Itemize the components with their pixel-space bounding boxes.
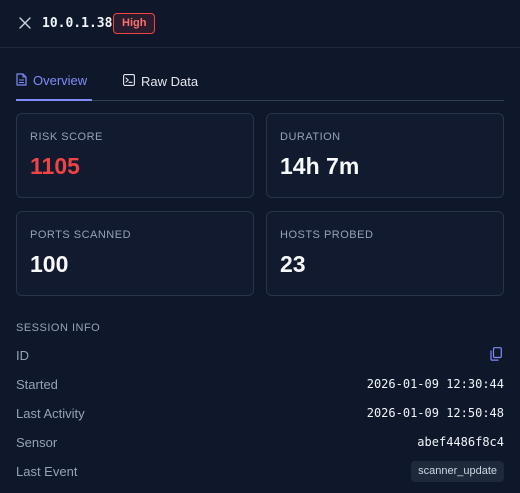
info-row-id: ID: [16, 346, 504, 366]
last-activity-label: Last Activity: [16, 406, 85, 421]
sensor-value: abef4486f8c4: [417, 435, 504, 449]
panel-header: 10.0.1.38 High: [0, 0, 520, 48]
close-icon[interactable]: [17, 15, 33, 31]
last-event-chip: scanner_update: [411, 461, 504, 482]
duration-value: 14h 7m: [280, 153, 360, 179]
ports-scanned-value: 100: [30, 251, 69, 277]
ports-scanned-card: PORTS SCANNED 100: [16, 211, 254, 296]
risk-score-card: RISK SCORE 1105: [16, 113, 254, 198]
hosts-probed-card: HOSTS PROBED 23: [266, 211, 504, 296]
hosts-probed-value: 23: [280, 251, 306, 277]
last-event-label: Last Event: [16, 464, 78, 479]
host-title: 10.0.1.38: [42, 16, 113, 31]
ports-scanned-label: PORTS SCANNED: [30, 229, 132, 241]
sensor-label: Sensor: [16, 435, 58, 450]
info-row-last-activity: Last Activity 2026-01-09 12:50:48: [16, 404, 504, 424]
info-row-last-event: Last Event scanner_update: [16, 461, 504, 482]
severity-badge: High: [113, 13, 156, 34]
copy-icon[interactable]: [490, 347, 504, 363]
last-activity-value: 2026-01-09 12:50:48: [366, 406, 504, 420]
tab-raw-data[interactable]: Raw Data: [123, 66, 198, 100]
tab-overview[interactable]: Overview: [16, 66, 92, 101]
terminal-icon: [123, 73, 135, 89]
session-detail-panel: 10.0.1.38 High Overview Raw Data RISK SC…: [0, 0, 520, 493]
document-icon: [16, 72, 27, 89]
info-row-sensor: Sensor abef4486f8c4: [16, 433, 504, 453]
tab-raw-data-label: Raw Data: [141, 73, 199, 89]
duration-card: DURATION 14h 7m: [266, 113, 504, 198]
id-label: ID: [16, 348, 29, 363]
hosts-probed-label: HOSTS PROBED: [280, 229, 374, 241]
duration-label: DURATION: [280, 131, 341, 143]
session-info-title: SESSION INFO: [16, 322, 101, 334]
started-label: Started: [16, 377, 58, 392]
risk-score-label: RISK SCORE: [30, 131, 103, 143]
info-row-started: Started 2026-01-09 12:30:44: [16, 375, 504, 395]
started-value: 2026-01-09 12:30:44: [366, 377, 504, 391]
tab-bar: Overview Raw Data: [16, 66, 504, 101]
tab-overview-label: Overview: [33, 73, 88, 88]
risk-score-value: 1105: [30, 153, 80, 179]
